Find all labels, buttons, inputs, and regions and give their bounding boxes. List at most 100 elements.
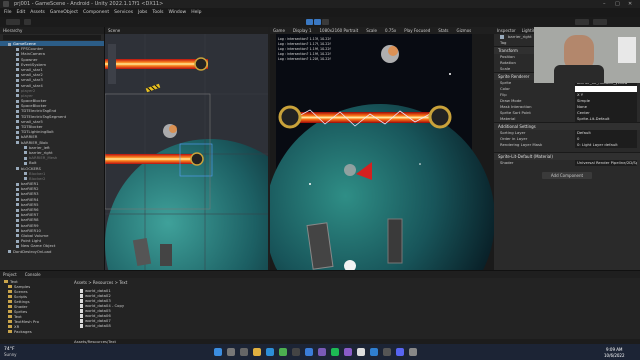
inspector-tab[interactable]: Inspector <box>497 27 516 34</box>
space-debris-cylinder <box>387 218 403 264</box>
scale-value[interactable]: 0.75x <box>385 27 396 34</box>
gameobject-icon <box>16 213 19 217</box>
hierarchy-item-label: DontDestroyOnLoad <box>13 248 52 254</box>
text-file-icon <box>80 324 83 328</box>
menu-assets[interactable]: Assets <box>30 10 45 15</box>
stats-toggle[interactable]: Stats <box>438 27 448 34</box>
windows-start-icon[interactable] <box>214 348 222 356</box>
spotify-icon[interactable] <box>331 348 339 356</box>
gameobject-icon <box>16 192 19 196</box>
gameobject-icon <box>8 250 11 253</box>
gameobject-icon <box>16 78 19 82</box>
menu-file[interactable]: File <box>4 10 12 15</box>
gameobject-icon <box>16 141 19 145</box>
menu-help[interactable]: Help <box>191 10 201 15</box>
store-icon[interactable] <box>292 348 300 356</box>
gameobject-icon <box>16 99 19 103</box>
game-canvas[interactable] <box>270 34 494 270</box>
discord-icon[interactable] <box>396 348 404 356</box>
minimize-icon[interactable]: – <box>603 1 606 7</box>
gameobject-icon <box>16 130 19 134</box>
play-focused-toggle[interactable]: Play Focused <box>404 27 430 34</box>
shader-dropdown[interactable]: Universal Render Pipeline/2D/Sprite-Lit-… <box>575 160 637 166</box>
gameobject-icon <box>16 104 19 108</box>
menu-gameobject[interactable]: GameObject <box>50 10 78 15</box>
folder-icon <box>8 305 12 308</box>
property-field[interactable]: Sprite-Lit-Default <box>575 116 637 122</box>
maximize-icon[interactable]: □ <box>615 1 620 7</box>
clock-date: 10/6/2022 <box>604 353 625 358</box>
console-tab[interactable]: Console <box>25 271 41 278</box>
scene-canvas[interactable] <box>105 34 268 270</box>
game-view[interactable]: Game Display 1 1080x2160 Portrait Scale … <box>270 27 494 270</box>
scene-tab[interactable]: Scene <box>105 27 268 34</box>
cloud-icon[interactable] <box>24 19 31 25</box>
hierarchy-tab[interactable]: Hierarchy <box>0 27 104 34</box>
additional-settings-header[interactable]: Additional Settings <box>494 122 640 130</box>
gameobject-icon <box>16 203 19 207</box>
edge-icon[interactable] <box>266 348 274 356</box>
settings-icon[interactable] <box>409 348 417 356</box>
folder-item[interactable]: Packages <box>0 329 70 334</box>
property-label: Rendering Layer Mask <box>500 142 543 147</box>
add-component-button[interactable]: Add Component <box>542 172 592 179</box>
gameobject-icon <box>24 156 27 160</box>
step-button[interactable] <box>322 19 329 25</box>
gizmos-toggle[interactable]: Gizmos <box>457 27 472 34</box>
scale-label: Scale <box>366 28 377 33</box>
unity-icon[interactable] <box>357 348 365 356</box>
hierarchy-list: GameScene FPSCounter MainCamera Spawner Even… <box>0 41 104 254</box>
scene-view[interactable]: Scene <box>105 27 268 270</box>
object-name-field[interactable]: barrier_right <box>508 34 532 40</box>
folder-tree: Text Samples Scenes Scripts Settings Shader Sp… <box>0 279 70 341</box>
mail-icon[interactable] <box>305 348 313 356</box>
material-header[interactable]: Sprite-Lit-Default (Material) <box>494 152 640 160</box>
menu-services[interactable]: Services <box>114 10 133 15</box>
play-button[interactable] <box>306 19 313 25</box>
menu-tools[interactable]: Tools <box>152 10 163 15</box>
menu-edit[interactable]: Edit <box>17 10 26 15</box>
search-icon[interactable] <box>227 348 235 356</box>
gameobject-icon <box>16 224 19 228</box>
menu-window[interactable]: Window <box>168 10 186 15</box>
hierarchy-search-input[interactable] <box>3 35 101 40</box>
taskview-icon[interactable] <box>240 348 248 356</box>
gameobject-icon <box>16 125 19 129</box>
obs-icon[interactable] <box>383 348 391 356</box>
breadcrumb[interactable]: Assets > Resources > Text <box>74 280 127 285</box>
file-item[interactable]: world_data08 <box>80 323 280 328</box>
photos-icon[interactable] <box>318 348 326 356</box>
explorer-icon[interactable] <box>253 348 261 356</box>
clock-time[interactable]: 9:09 AM <box>606 347 622 352</box>
hierarchy-item[interactable]: DontDestroyOnLoad <box>0 249 104 254</box>
property-field[interactable]: 0: Light Layer default <box>575 142 637 148</box>
gameobject-icon <box>16 239 19 243</box>
vs-code-icon[interactable] <box>370 348 378 356</box>
gameobject-icon <box>16 218 19 222</box>
property-label: Material <box>500 116 516 121</box>
gameobject-icon <box>16 89 19 93</box>
project-panel: Project Console Text Samples Scenes Scripts… <box>0 270 640 345</box>
gameobject-icon <box>16 58 19 62</box>
gameobject-icon <box>16 63 19 67</box>
resolution-dropdown[interactable]: 1080x2160 Portrait <box>319 27 358 34</box>
property-row: Rendering Layer Mask 0: Light Layer defau… <box>494 142 640 148</box>
scene-emitter-mid <box>190 152 204 166</box>
person-body <box>554 65 604 83</box>
menu-jobs[interactable]: Jobs <box>138 10 147 15</box>
chrome-icon[interactable] <box>279 348 287 356</box>
game-tab[interactable]: Game <box>273 27 285 34</box>
barrier-left <box>278 105 302 129</box>
account-button[interactable] <box>6 19 20 25</box>
close-icon[interactable]: ✕ <box>628 1 632 7</box>
folder-icon <box>8 325 12 328</box>
visual-studio-icon[interactable] <box>344 348 352 356</box>
weather-text: Sunny <box>4 352 17 357</box>
pause-button[interactable] <box>314 19 321 25</box>
layers-dropdown[interactable] <box>575 19 589 25</box>
project-tab[interactable]: Project <box>3 271 17 278</box>
display-dropdown[interactable]: Display 1 <box>293 27 312 34</box>
folder-icon <box>8 320 12 323</box>
layout-dropdown[interactable] <box>593 19 607 25</box>
menu-component[interactable]: Component <box>83 10 109 15</box>
